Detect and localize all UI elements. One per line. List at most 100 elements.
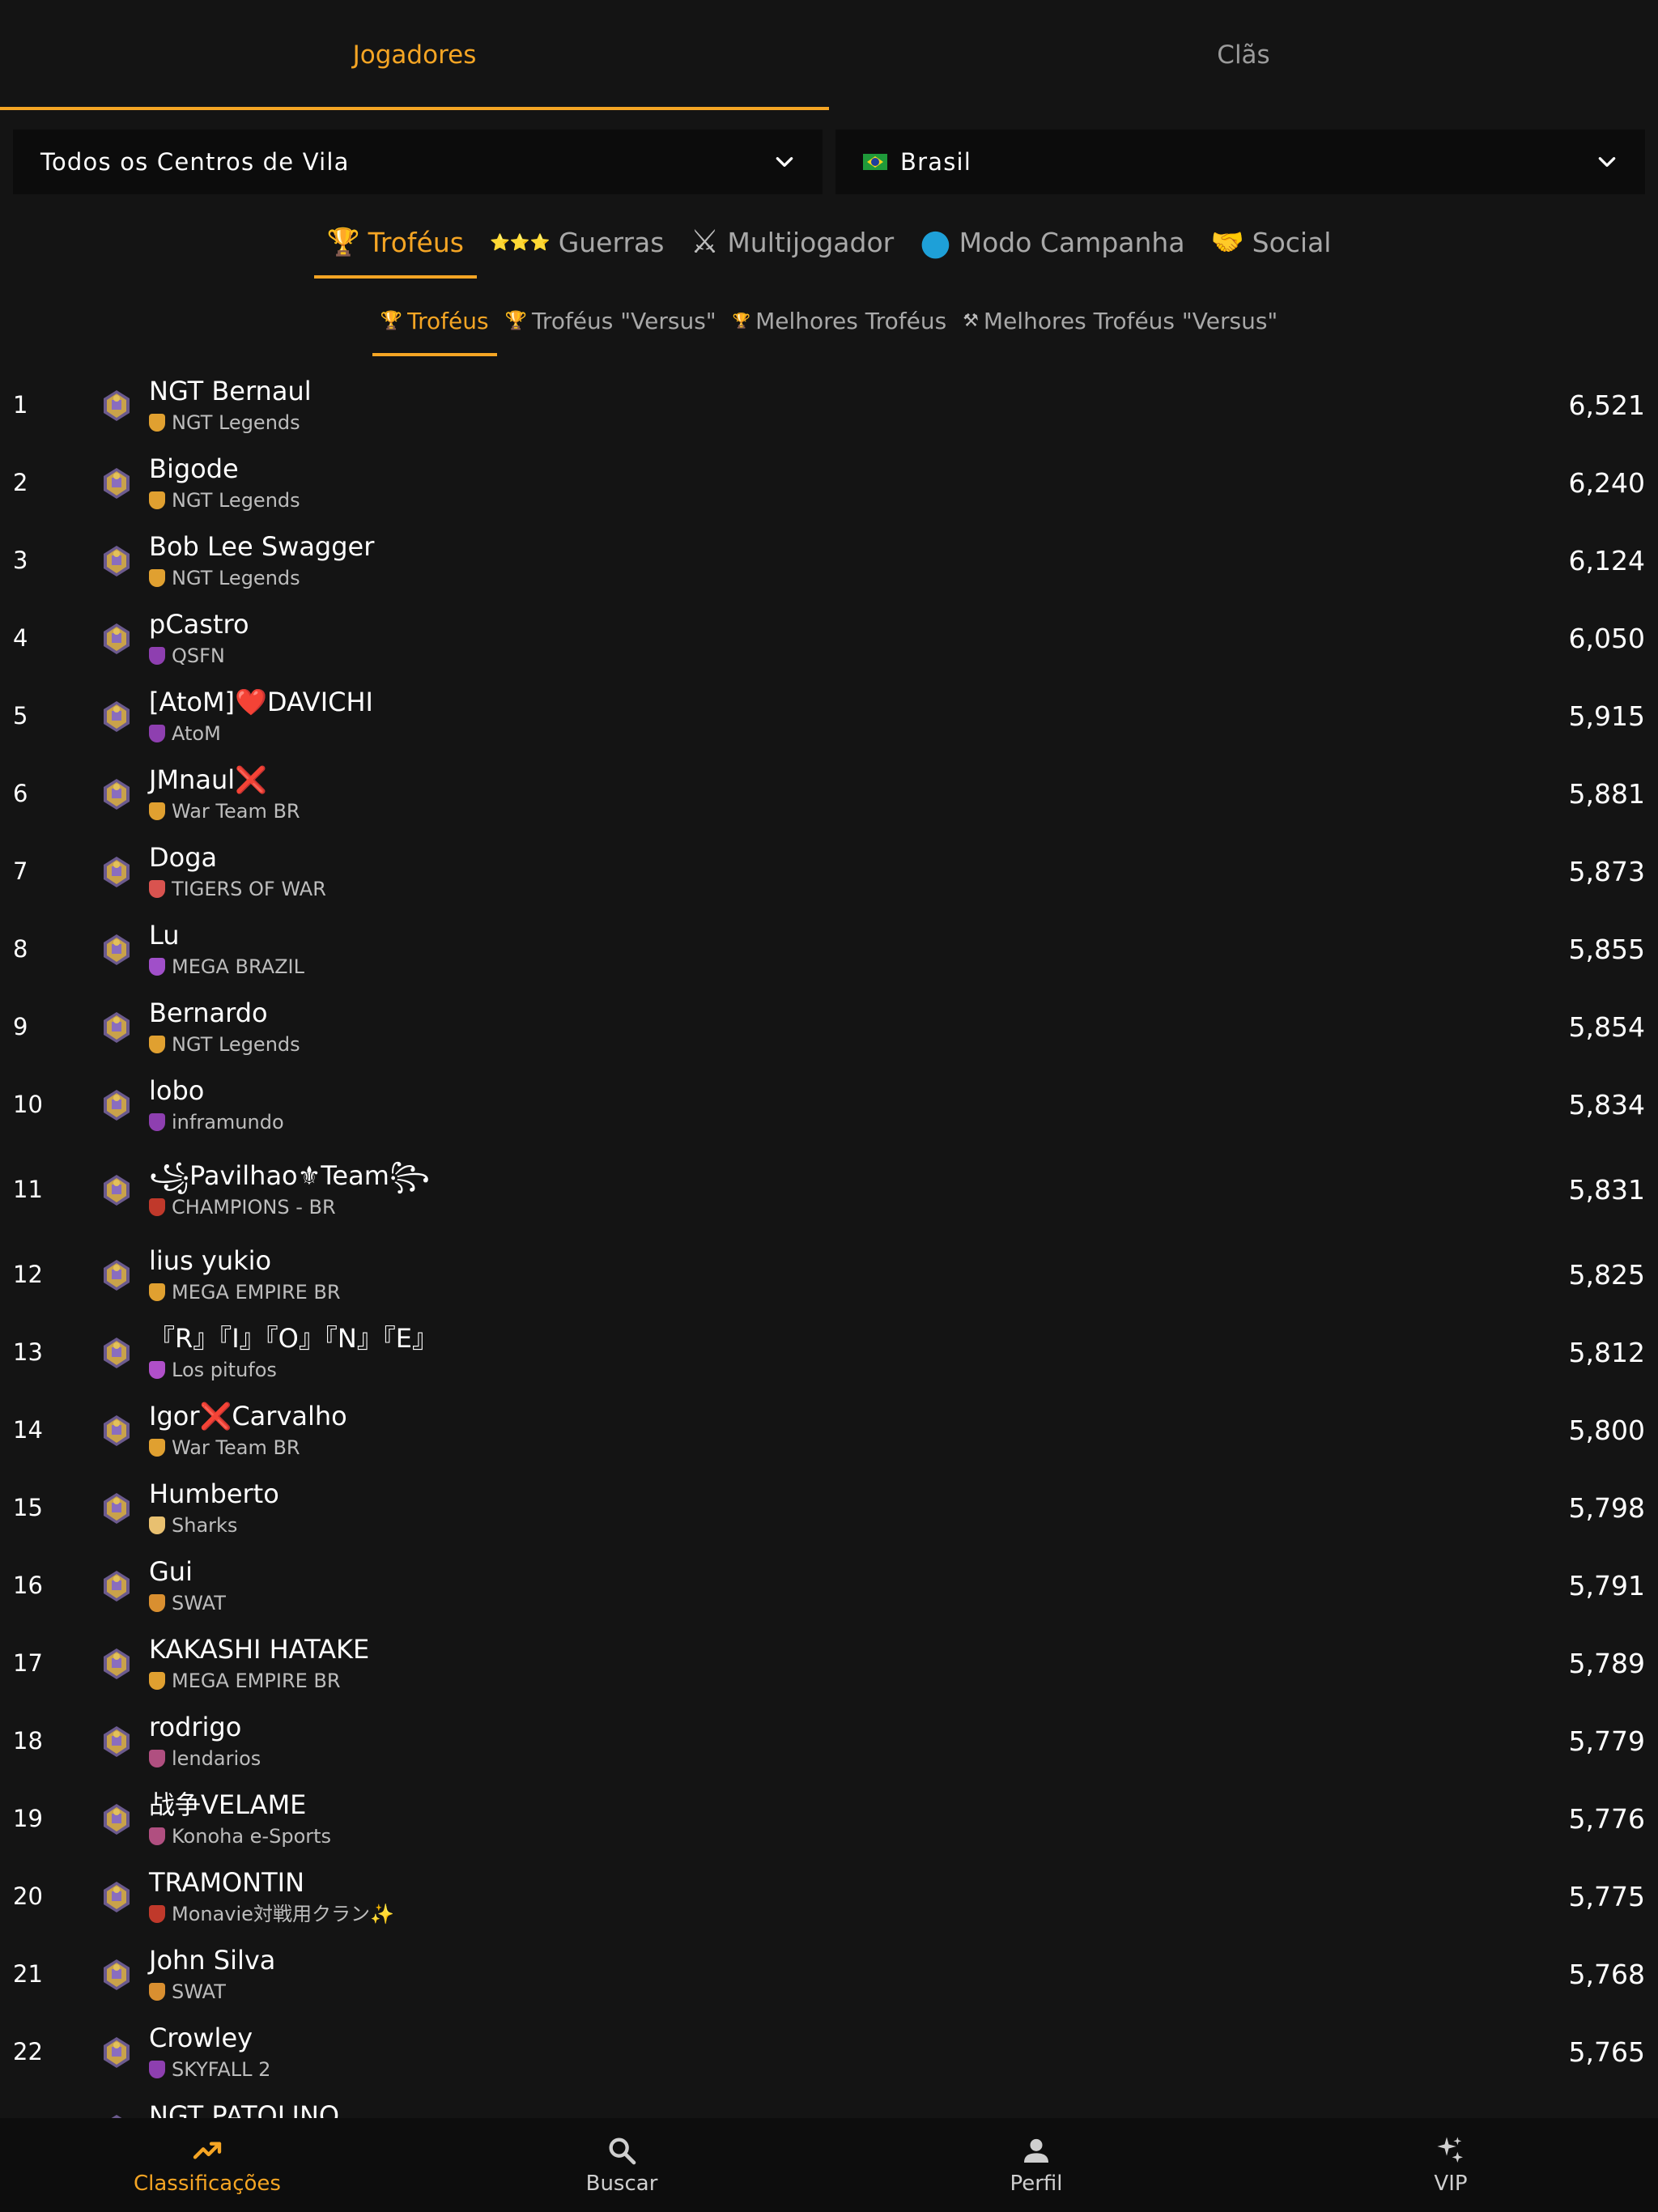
player-row[interactable]: 22 Crowley SKYFALL 2 5,765 <box>0 2013 1658 2091</box>
clan-badge-icon <box>149 725 165 742</box>
player-row[interactable]: 12 lius yukio MEGA EMPIRE BR 5,825 <box>0 1236 1658 1313</box>
tab-label: Guerras <box>558 226 665 258</box>
clan-name: NGT Legends <box>172 1033 300 1056</box>
clan-name: Monavie対戦用クラン✨ <box>172 1903 394 1925</box>
town-hall-icon <box>104 1175 130 1206</box>
trophy-score: 5,765 <box>1568 2035 1645 2068</box>
player-info: 『R』『I』『O』『N』『E』 Los pitufos <box>149 1321 438 1383</box>
player-row[interactable]: 16 Gui SWAT 5,791 <box>0 1546 1658 1624</box>
town-hall-icon <box>104 934 130 965</box>
clan-badge-icon <box>149 1439 165 1457</box>
rank-number: 21 <box>13 1960 43 1988</box>
player-name: 『R』『I』『O』『N』『E』 <box>149 1323 439 1354</box>
player-info: Bob Lee Swagger NGT Legends <box>149 530 374 591</box>
player-row[interactable]: 14 Igor❌Carvalho War Team BR 5,800 <box>0 1391 1658 1469</box>
clan-badge-icon <box>149 1036 165 1053</box>
town-hall-icon <box>104 1571 130 1602</box>
player-row[interactable]: 5 [AtoM]❤️DAVICHI AtoM 5,915 <box>0 677 1658 755</box>
player-row[interactable]: 21 John Silva SWAT 5,768 <box>0 1935 1658 2013</box>
player-row[interactable]: 23 NGT PATOLINO NGT Legends <box>0 2091 1658 2118</box>
nav-rankings[interactable]: Classificações <box>0 2118 414 2212</box>
player-row[interactable]: 13 『R』『I』『O』『N』『E』 Los pitufos 5,812 <box>0 1313 1658 1391</box>
player-info: pCastro QSFN <box>149 607 249 669</box>
player-row[interactable]: 8 Lu MEGA BRAZIL 5,855 <box>0 910 1658 988</box>
player-info: TRAMONTIN Monavie対戦用クラン✨ <box>149 1865 394 1927</box>
nav-search[interactable]: Buscar <box>414 2118 829 2212</box>
trophy-score: 5,915 <box>1568 700 1645 732</box>
clan-info: NGT Legends <box>149 1032 300 1057</box>
tab-trophies[interactable]: 🏆 Troféus <box>313 206 478 279</box>
rank-number: 11 <box>13 1176 43 1203</box>
town-hall-icon <box>111 2115 122 2118</box>
subtab-versus-trophies[interactable]: 🏆 Troféus "Versus" <box>497 285 725 356</box>
tab-clans[interactable]: Clãs <box>829 0 1658 110</box>
clan-info: SWAT <box>149 1979 275 2005</box>
tab-wars[interactable]: ⭐⭐⭐ Guerras <box>477 206 677 279</box>
player-row[interactable]: 11 ꧁Pavilhao⚜Team꧂ CHAMPIONS - BR 5,831 <box>0 1143 1658 1236</box>
trophy-score: 6,124 <box>1568 544 1645 576</box>
clan-badge-icon <box>149 1594 165 1612</box>
clan-info: NGT Legends <box>149 410 312 436</box>
player-row[interactable]: 15 Humberto Sharks 5,798 <box>0 1469 1658 1546</box>
filters: Todos os Centros de Vila Brasil <box>13 130 1645 194</box>
clan-info: MEGA EMPIRE BR <box>149 1668 369 1694</box>
nav-vip[interactable]: VIP <box>1244 2118 1658 2212</box>
player-row[interactable]: 18 rodrigo lendarios 5,779 <box>0 1702 1658 1780</box>
player-name: John Silva <box>149 1945 276 1976</box>
clan-info: inframundo <box>149 1109 284 1135</box>
clan-name: inframundo <box>172 1111 284 1134</box>
tab-label: Multijogador <box>727 226 895 258</box>
country-select[interactable]: Brasil <box>835 130 1645 194</box>
tab-campaign[interactable]: ● Modo Campanha <box>907 206 1197 279</box>
townhall-select[interactable]: Todos os Centros de Vila <box>13 130 823 194</box>
clan-badge-icon <box>149 1827 165 1845</box>
clan-name: AtoM <box>172 722 221 745</box>
town-hall-icon <box>104 1090 130 1121</box>
player-name: Doga <box>149 842 218 873</box>
player-info: JMnaul❌ War Team BR <box>149 763 300 824</box>
tab-social[interactable]: 🤝 Social <box>1198 206 1345 279</box>
player-name: Bigode <box>149 453 239 484</box>
player-row[interactable]: 3 Bob Lee Swagger NGT Legends 6,124 <box>0 521 1658 599</box>
player-name: Bernardo <box>149 998 268 1028</box>
tab-multiplayer[interactable]: ⚔ Multijogador <box>677 206 907 279</box>
player-row[interactable]: 4 pCastro QSFN 6,050 <box>0 599 1658 677</box>
town-hall-icon <box>104 468 130 499</box>
clan-name: NGT Legends <box>172 567 300 589</box>
player-name: lius yukio <box>149 1245 272 1276</box>
player-row[interactable]: 17 KAKASHI HATAKE MEGA EMPIRE BR 5,789 <box>0 1624 1658 1702</box>
player-row[interactable]: 20 TRAMONTIN Monavie対戦用クラン✨ 5,775 <box>0 1857 1658 1935</box>
player-row[interactable]: 2 Bigode NGT Legends 6,240 <box>0 444 1658 521</box>
player-info: lius yukio MEGA EMPIRE BR <box>149 1244 341 1305</box>
clan-info: War Team BR <box>149 798 300 824</box>
player-row[interactable]: 9 Bernardo NGT Legends 5,854 <box>0 988 1658 1066</box>
nav-profile[interactable]: Perfil <box>829 2118 1244 2212</box>
rank-number: 6 <box>13 780 28 807</box>
subtab-best-trophies[interactable]: 🏆 Melhores Troféus <box>725 285 955 356</box>
player-row[interactable]: 6 JMnaul❌ War Team BR 5,881 <box>0 755 1658 832</box>
subtab-trophies[interactable]: 🏆 Troféus <box>372 285 497 356</box>
subtab-best-versus-trophies[interactable]: ⚒ Melhores Troféus "Versus" <box>954 285 1286 356</box>
clan-badge-icon <box>149 958 165 976</box>
player-row[interactable]: 19 战争VELAME Konoha e-Sports 5,776 <box>0 1780 1658 1857</box>
player-name: Bob Lee Swagger <box>149 531 375 562</box>
trophy-score: 5,798 <box>1568 1491 1645 1524</box>
player-row[interactable]: 7 Doga TIGERS OF WAR 5,873 <box>0 832 1658 910</box>
brazil-flag-icon <box>863 154 887 170</box>
trophy-score: 5,768 <box>1568 1958 1645 1990</box>
tab-players[interactable]: Jogadores <box>0 0 829 110</box>
clan-info: NGT Legends <box>149 565 374 591</box>
player-row[interactable]: 1 NGT Bernaul NGT Legends 6,521 <box>0 366 1658 444</box>
rank-number: 17 <box>13 1649 43 1677</box>
town-hall-icon <box>104 1882 130 1912</box>
trophy-score: 5,775 <box>1568 1880 1645 1912</box>
trophy-score: 5,855 <box>1568 933 1645 965</box>
rank-number: 10 <box>13 1091 43 1118</box>
player-info: Igor❌Carvalho War Team BR <box>149 1399 347 1461</box>
clan-info: MEGA BRAZIL <box>149 954 304 980</box>
clan-name: SWAT <box>172 1980 226 2003</box>
trophy-score: 5,779 <box>1568 1725 1645 1757</box>
clan-name: Los pitufos <box>172 1359 277 1381</box>
trophy-score: 5,776 <box>1568 1802 1645 1835</box>
player-row[interactable]: 10 lobo inframundo 5,834 <box>0 1066 1658 1143</box>
